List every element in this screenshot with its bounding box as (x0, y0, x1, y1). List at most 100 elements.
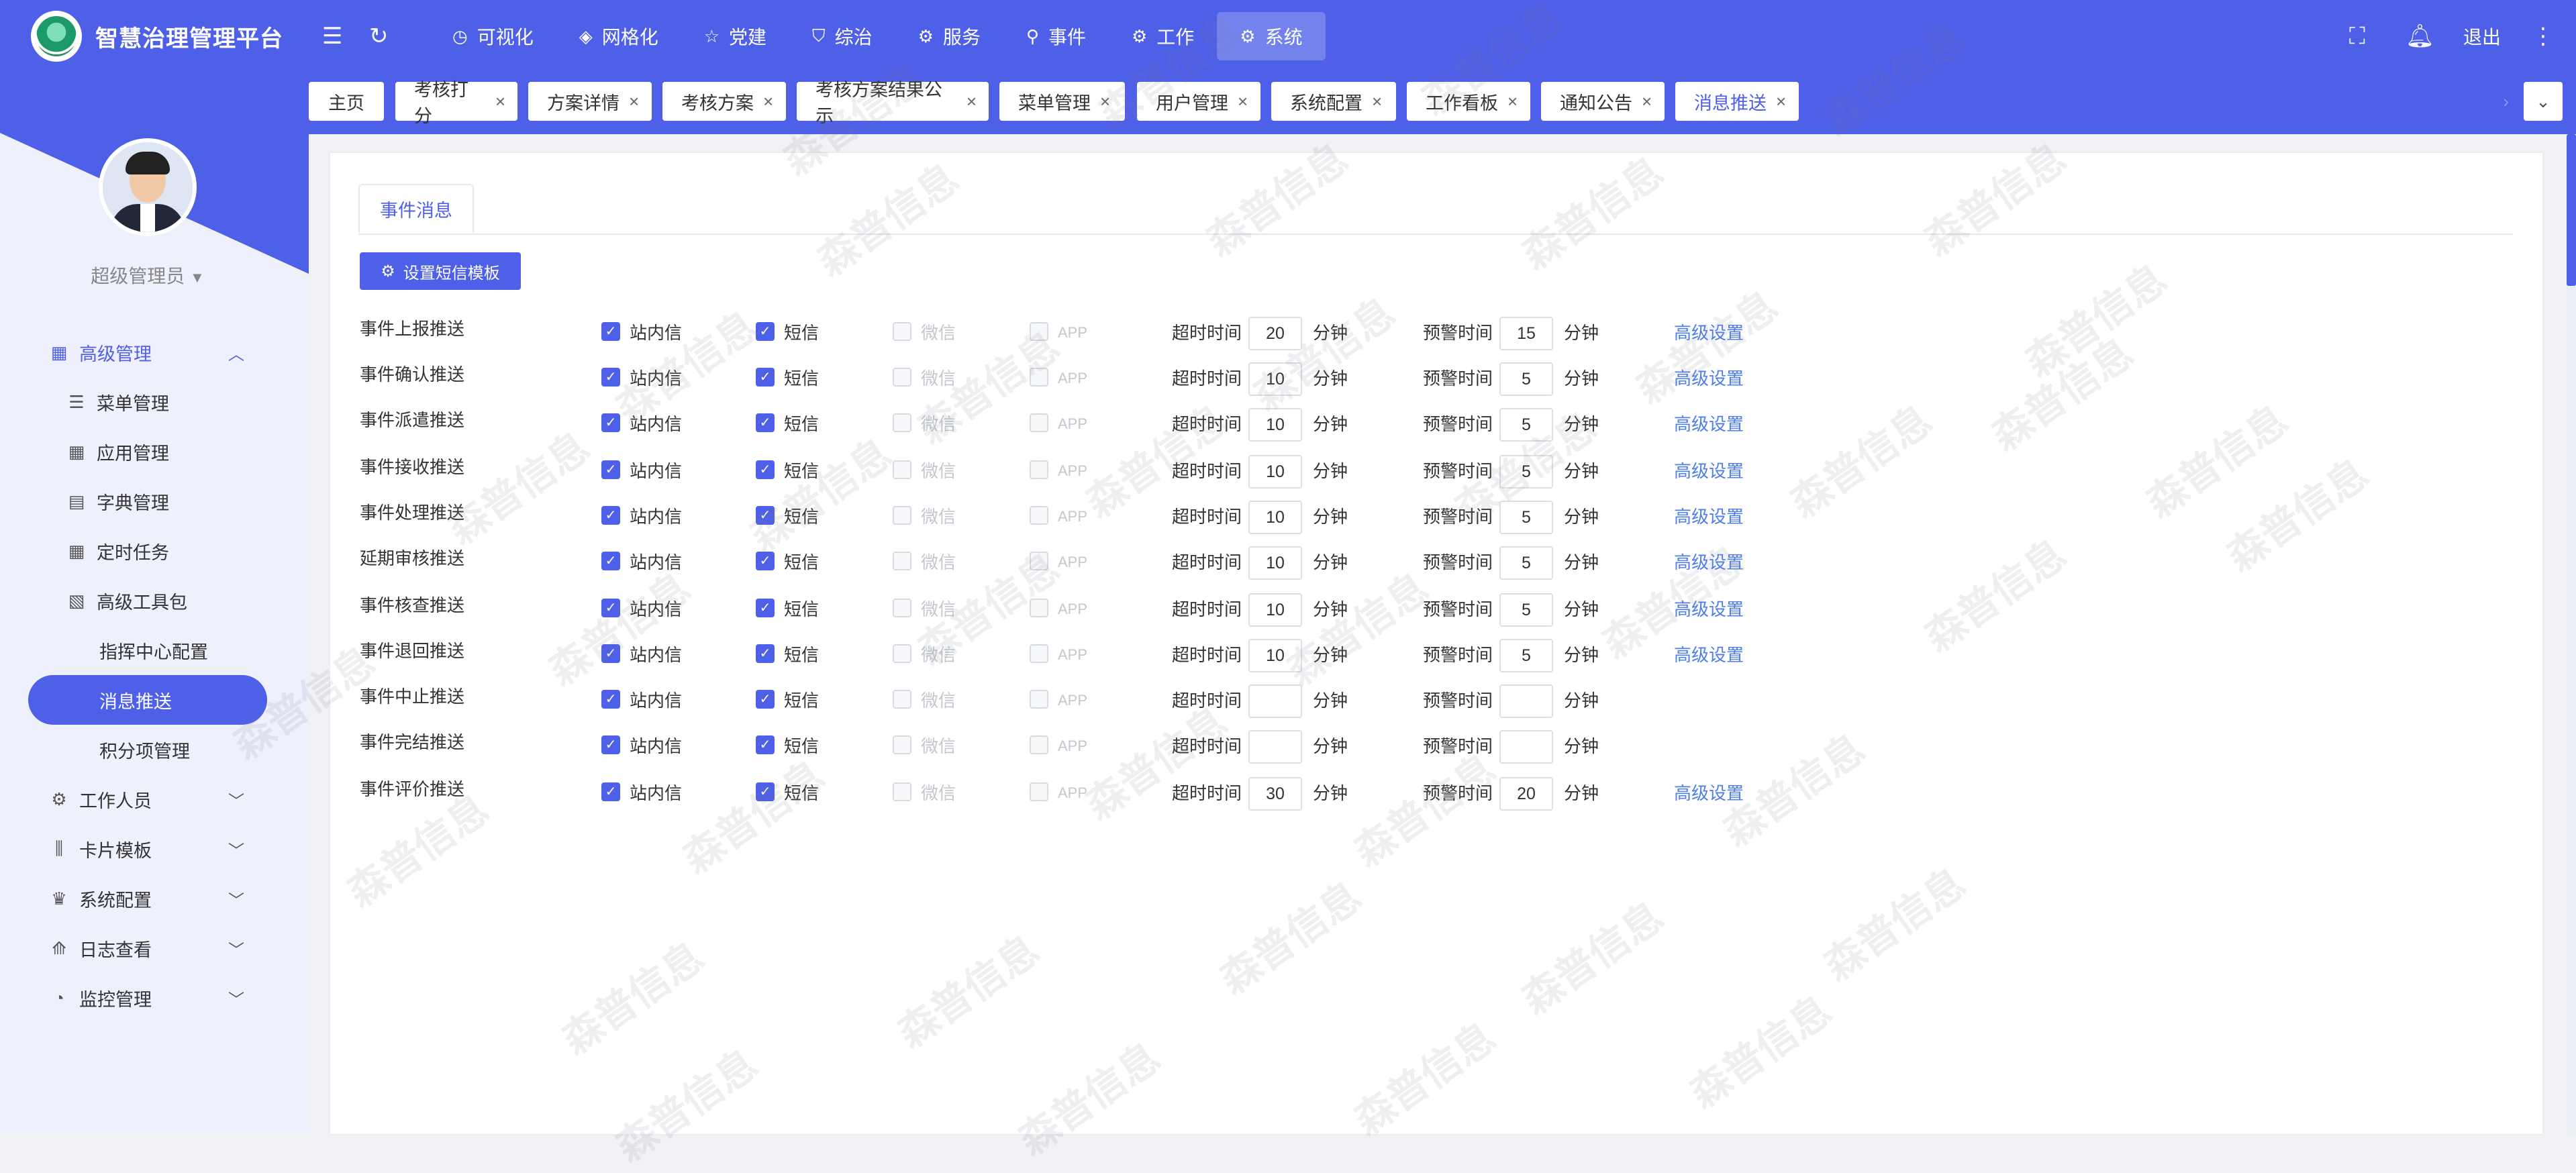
sms-checkbox[interactable]: ✓ (756, 506, 775, 525)
warning-input[interactable]: 5 (1499, 455, 1553, 489)
app-checkbox[interactable] (1030, 368, 1048, 387)
close-icon[interactable]: × (1372, 91, 1382, 112)
wechat-checkbox[interactable] (893, 644, 911, 663)
timeout-input[interactable]: 10 (1248, 639, 1302, 672)
warning-input[interactable]: 5 (1499, 501, 1553, 534)
app-checkbox[interactable] (1030, 644, 1048, 663)
sms-checkbox[interactable]: ✓ (756, 460, 775, 479)
advanced-settings-link[interactable]: 高级设置 (1674, 780, 1744, 807)
wechat-checkbox[interactable] (893, 368, 911, 387)
app-checkbox[interactable] (1030, 782, 1048, 801)
close-icon[interactable]: × (495, 91, 505, 112)
app-checkbox[interactable] (1030, 552, 1048, 570)
timeout-input[interactable]: 10 (1248, 546, 1302, 580)
set-sms-template-button[interactable]: ⚙ 设置短信模板 (360, 252, 521, 290)
nav-item-3[interactable]: ⛉ 综治 (789, 12, 895, 60)
wechat-checkbox[interactable] (893, 690, 911, 709)
advanced-settings-link[interactable]: 高级设置 (1674, 503, 1744, 530)
refresh-icon[interactable]: ↻ (369, 20, 389, 52)
site-message-checkbox[interactable]: ✓ (601, 782, 620, 801)
wechat-checkbox[interactable] (893, 506, 911, 525)
timeout-input[interactable]: 10 (1248, 362, 1302, 396)
tags-dropdown-button[interactable]: ⌄ (2524, 82, 2563, 121)
app-checkbox[interactable] (1030, 506, 1048, 525)
nav-item-0[interactable]: ◷ 可视化 (430, 12, 556, 60)
advanced-settings-link[interactable]: 高级设置 (1674, 365, 1744, 392)
nav-item-6[interactable]: ⚙ 工作 (1109, 12, 1217, 60)
tag-6[interactable]: 用户管理 × (1137, 82, 1260, 121)
sms-checkbox[interactable]: ✓ (756, 413, 775, 432)
tag-9[interactable]: 通知公告 × (1541, 82, 1665, 121)
nav-item-1[interactable]: ◈ 网格化 (556, 12, 681, 60)
site-message-checkbox[interactable]: ✓ (601, 690, 620, 709)
site-message-checkbox[interactable]: ✓ (601, 413, 620, 432)
tag-0[interactable]: 主页 (309, 82, 384, 121)
sidebar-item-13[interactable]: ◔ 监控管理 ﹀ (0, 973, 309, 1023)
sidebar-item-10[interactable]: ⫼ 卡片模板 ﹀ (0, 824, 309, 874)
app-checkbox[interactable] (1030, 735, 1048, 754)
avatar[interactable] (99, 138, 197, 236)
warning-input[interactable]: 5 (1499, 593, 1553, 627)
tags-scroll-right-icon[interactable]: › (2503, 91, 2509, 112)
advanced-settings-link[interactable]: 高级设置 (1674, 319, 1744, 346)
tag-3[interactable]: 考核方案 × (662, 82, 786, 121)
close-icon[interactable]: × (1100, 91, 1110, 112)
sms-checkbox[interactable]: ✓ (756, 690, 775, 709)
sms-checkbox[interactable]: ✓ (756, 599, 775, 617)
sms-checkbox[interactable]: ✓ (756, 782, 775, 801)
warning-input[interactable] (1499, 684, 1553, 718)
warning-input[interactable]: 5 (1499, 639, 1553, 672)
wechat-checkbox[interactable] (893, 599, 911, 617)
collapse-menu-icon[interactable]: ☰ (322, 20, 342, 52)
tag-1[interactable]: 考核打分 × (395, 80, 517, 126)
tag-2[interactable]: 方案详情 × (528, 82, 652, 121)
wechat-checkbox[interactable] (893, 322, 911, 341)
advanced-settings-link[interactable]: 高级设置 (1674, 596, 1744, 623)
warning-input[interactable]: 15 (1499, 317, 1553, 350)
timeout-input[interactable]: 10 (1248, 408, 1302, 442)
nav-item-7[interactable]: ⚙ 系统 (1217, 12, 1326, 60)
bell-icon[interactable]: 🔔︎ (2406, 20, 2434, 52)
sidebar-item-12[interactable]: ⟰ 日志查看 ﹀ (0, 923, 309, 973)
sidebar-item-11[interactable]: ♛ 系统配置 ﹀ (0, 874, 309, 923)
app-checkbox[interactable] (1030, 460, 1048, 479)
sms-checkbox[interactable]: ✓ (756, 552, 775, 570)
tag-8[interactable]: 工作看板 × (1407, 82, 1530, 121)
close-icon[interactable]: × (967, 91, 977, 112)
site-message-checkbox[interactable]: ✓ (601, 735, 620, 754)
sms-checkbox[interactable]: ✓ (756, 644, 775, 663)
site-message-checkbox[interactable]: ✓ (601, 506, 620, 525)
timeout-input[interactable]: 20 (1248, 317, 1302, 350)
wechat-checkbox[interactable] (893, 460, 911, 479)
user-menu[interactable]: 超级管理员 ▼ (0, 262, 295, 289)
timeout-input[interactable]: 10 (1248, 593, 1302, 627)
site-message-checkbox[interactable]: ✓ (601, 460, 620, 479)
warning-input[interactable]: 20 (1499, 777, 1553, 811)
warning-input[interactable]: 5 (1499, 408, 1553, 442)
app-checkbox[interactable] (1030, 322, 1048, 341)
tag-5[interactable]: 菜单管理 × (999, 82, 1125, 121)
close-icon[interactable]: × (1238, 91, 1248, 112)
advanced-settings-link[interactable]: 高级设置 (1674, 642, 1744, 668)
close-icon[interactable]: × (1776, 91, 1786, 112)
advanced-settings-link[interactable]: 高级设置 (1674, 458, 1744, 484)
site-message-checkbox[interactable]: ✓ (601, 368, 620, 387)
nav-item-5[interactable]: ⚲ 事件 (1003, 12, 1109, 60)
site-message-checkbox[interactable]: ✓ (601, 644, 620, 663)
timeout-input[interactable] (1248, 684, 1302, 718)
fullscreen-icon[interactable]: ⛶ (2349, 20, 2365, 52)
more-vertical-icon[interactable]: ⋮ (2532, 20, 2555, 52)
logout-button[interactable]: 退出 (2463, 23, 2501, 50)
wechat-checkbox[interactable] (893, 782, 911, 801)
site-message-checkbox[interactable]: ✓ (601, 599, 620, 617)
warning-input[interactable] (1499, 730, 1553, 764)
sms-checkbox[interactable]: ✓ (756, 368, 775, 387)
scrollbar-thumb[interactable] (2567, 134, 2576, 286)
timeout-input[interactable]: 30 (1248, 777, 1302, 811)
close-icon[interactable]: × (1507, 91, 1518, 112)
close-icon[interactable]: × (1642, 91, 1652, 112)
site-message-checkbox[interactable]: ✓ (601, 552, 620, 570)
close-icon[interactable]: × (629, 91, 639, 112)
tag-10[interactable]: 消息推送 × (1675, 82, 1799, 121)
app-checkbox[interactable] (1030, 690, 1048, 709)
